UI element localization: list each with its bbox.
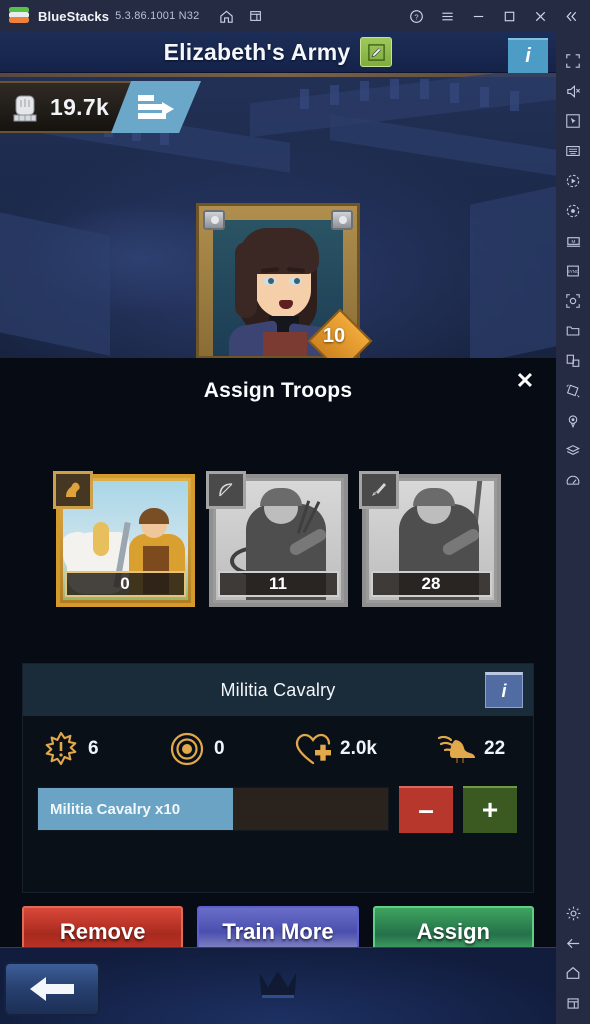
- game-bottom-nav: [0, 947, 556, 1024]
- army-header: Elizabeth's Army i: [0, 32, 556, 73]
- sync-operations-icon[interactable]: SYNC: [556, 256, 590, 286]
- fullscreen-icon[interactable]: [556, 46, 590, 76]
- unit-info-button[interactable]: i: [485, 672, 523, 708]
- castle-scene: 19.7k 10: [0, 73, 556, 358]
- multi-instance-manager-icon[interactable]: M: [556, 226, 590, 256]
- crown-icon[interactable]: [256, 968, 300, 1007]
- close-x-icon[interactable]: ✕: [511, 367, 539, 395]
- settings-gear-icon[interactable]: [556, 898, 590, 928]
- speed-winged-boot-icon: [435, 727, 479, 771]
- back-arrow-icon[interactable]: [556, 928, 590, 958]
- unit-info-panel: Militia Cavalry i 6 0 2.0k 22 Militia Ca…: [22, 663, 534, 893]
- svg-text:SYNC: SYNC: [567, 269, 580, 274]
- svg-text:?: ?: [414, 12, 418, 21]
- archer-card[interactable]: 11: [205, 471, 348, 607]
- militia-cavalry-card[interactable]: 0: [52, 471, 195, 607]
- minimize-icon[interactable]: [463, 0, 494, 32]
- bluestacks-sidebar: M SYNC: [556, 32, 590, 1024]
- power-chip: 19.7k: [0, 81, 131, 133]
- bluestacks-version: 5.3.86.1001 N32: [115, 10, 200, 22]
- app-root: BlueStacks 5.3.86.1001 N32 ? M SYNC Eliz…: [0, 0, 590, 1024]
- stat-health-value: 2.0k: [340, 738, 377, 759]
- macro-play-icon[interactable]: [556, 166, 590, 196]
- health-heart-icon: [291, 727, 335, 771]
- cursor-icon[interactable]: [556, 106, 590, 136]
- collapse-chevrons-icon[interactable]: [556, 0, 587, 32]
- stat-speed-value: 22: [484, 738, 506, 759]
- recent-apps-icon[interactable]: [556, 988, 590, 1018]
- rotate-icon[interactable]: [556, 346, 590, 376]
- stat-defense: 0: [165, 727, 283, 771]
- attack-burst-icon: [39, 727, 83, 771]
- stat-speed: 22: [435, 727, 505, 771]
- stat-health: 2.0k: [291, 727, 427, 771]
- bluestacks-app-name: BlueStacks: [38, 8, 110, 24]
- mute-icon[interactable]: [556, 76, 590, 106]
- bow-icon: [205, 471, 246, 509]
- quantity-increase-button[interactable]: +: [463, 785, 517, 833]
- help-circle-icon[interactable]: ?: [401, 0, 432, 32]
- unit-name: Militia Cavalry: [220, 679, 336, 700]
- unit-info-header: Militia Cavalry i: [23, 664, 533, 716]
- troop-card-list: 0 11 28: [0, 471, 556, 614]
- edit-pencil-icon[interactable]: [360, 37, 393, 67]
- castle-tower: [470, 181, 556, 358]
- record-icon[interactable]: [556, 196, 590, 226]
- infantry-card[interactable]: 28: [358, 471, 501, 607]
- layers-icon[interactable]: [556, 436, 590, 466]
- hamburger-menu-icon[interactable]: [432, 0, 463, 32]
- media-folder-icon[interactable]: [556, 316, 590, 346]
- army-name: Elizabeth's Army: [163, 38, 351, 65]
- power-value: 19.7k: [50, 93, 110, 120]
- bluestacks-logo-icon: [9, 6, 29, 26]
- defense-target-icon: [165, 727, 209, 771]
- assign-troops-modal: Assign Troops ✕ 0 11 28 Militia Cavalry …: [0, 358, 556, 958]
- stat-attack: 6: [39, 727, 157, 771]
- stat-attack-value: 6: [88, 738, 99, 759]
- stat-defense-value: 0: [214, 738, 225, 759]
- unit-stats-row: 6 0 2.0k 22: [23, 716, 533, 782]
- quantity-tag-label: Militia Cavalry x10: [38, 788, 233, 830]
- frame-bolt: [331, 210, 353, 230]
- quantity-input[interactable]: Militia Cavalry x10: [37, 787, 389, 831]
- screenshot-icon[interactable]: [556, 286, 590, 316]
- keymapping-icon[interactable]: [556, 136, 590, 166]
- army-power-badge: 19.7k: [0, 81, 201, 133]
- troop-count: 28: [370, 571, 492, 597]
- hero-portrait-frame[interactable]: 10: [196, 203, 373, 358]
- troop-count: 11: [217, 571, 339, 597]
- shake-icon[interactable]: [556, 376, 590, 406]
- back-arrow-icon: [30, 977, 74, 1001]
- horse-icon: [52, 471, 93, 509]
- sword-icon: [358, 471, 399, 509]
- troop-count: 0: [64, 571, 186, 597]
- quantity-decrease-button[interactable]: –: [399, 785, 453, 833]
- maximize-icon[interactable]: [494, 0, 525, 32]
- multi-instance-icon[interactable]: [243, 3, 269, 29]
- castle-wall: [330, 113, 556, 179]
- game-viewport: Elizabeth's Army i 19.7k 10 Assign Troop…: [0, 32, 556, 1024]
- frame-bolt: [203, 210, 225, 230]
- android-home-icon[interactable]: [556, 958, 590, 988]
- close-icon[interactable]: [525, 0, 556, 32]
- home-icon[interactable]: [213, 3, 239, 29]
- game-back-button[interactable]: [4, 962, 100, 1016]
- svg-text:M: M: [571, 238, 575, 244]
- location-icon[interactable]: [556, 406, 590, 436]
- performance-icon[interactable]: [556, 466, 590, 496]
- window-controls: ?: [401, 0, 590, 32]
- army-info-button[interactable]: i: [508, 38, 548, 73]
- bluestacks-titlebar: BlueStacks 5.3.86.1001 N32 ?: [0, 0, 590, 32]
- modal-header: Assign Troops ✕: [0, 358, 556, 424]
- hero-level-value: 10: [322, 324, 346, 347]
- sidebar-bottom-group: [556, 898, 590, 1018]
- quantity-row: Militia Cavalry x10 – +: [23, 784, 533, 834]
- fist-power-icon: [10, 90, 40, 124]
- modal-title: Assign Troops: [203, 379, 353, 402]
